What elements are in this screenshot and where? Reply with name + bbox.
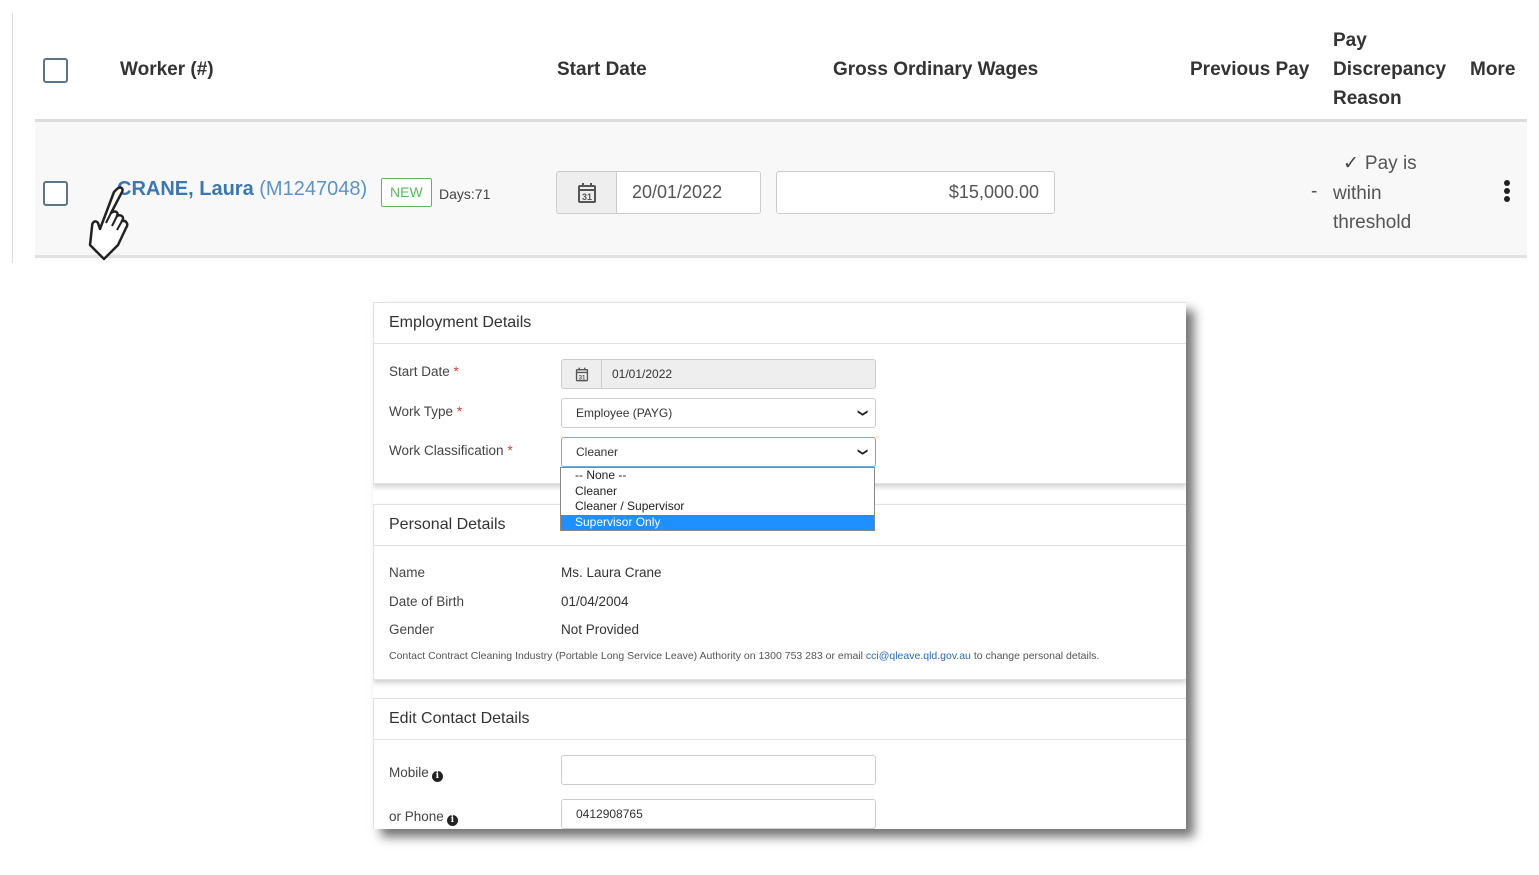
more-menu-button[interactable] bbox=[1501, 180, 1513, 206]
select-all-checkbox[interactable] bbox=[43, 58, 68, 83]
header-discrepancy-line2: Discrepancy bbox=[1333, 59, 1447, 80]
header-more: More bbox=[1470, 59, 1516, 80]
mobile-label-text: Mobile bbox=[389, 765, 429, 780]
work-classification-label: Work Classification * bbox=[389, 443, 513, 458]
start-date-label: Start Date * bbox=[389, 364, 459, 379]
worker-number: (M1247048) bbox=[259, 178, 368, 200]
calendar-icon: 31 bbox=[575, 367, 588, 381]
option-cleaner[interactable]: Cleaner bbox=[561, 484, 874, 500]
check-icon: ✓ bbox=[1343, 153, 1359, 174]
work-classification-label-text: Work Classification bbox=[389, 443, 504, 458]
work-type-select[interactable]: Employee (PAYG) ❯ bbox=[561, 398, 876, 428]
previous-pay-value: - bbox=[1311, 181, 1318, 202]
mobile-label: Mobile i bbox=[389, 765, 443, 782]
work-classification-options: -- None -- Cleaner Cleaner / Supervisor … bbox=[560, 467, 875, 531]
header-discrepancy-reason[interactable]: Pay Discrepancy Reason bbox=[1333, 26, 1446, 113]
work-type-value: Employee (PAYG) bbox=[576, 406, 673, 420]
worker-link[interactable]: CRANE, Laura (M1247048) bbox=[117, 178, 367, 201]
reason-line2: within bbox=[1333, 182, 1382, 204]
start-date-label-text: Start Date bbox=[389, 364, 450, 379]
new-badge: NEW bbox=[381, 178, 432, 207]
employment-details-title: Employment Details bbox=[374, 303, 1186, 344]
option-supervisor-only[interactable]: Supervisor Only bbox=[561, 514, 874, 530]
hand-pointer-icon bbox=[88, 186, 129, 261]
note-text-end: to change personal details. bbox=[970, 650, 1100, 662]
note-text: Contact Contract Cleaning Industry (Port… bbox=[389, 650, 866, 662]
workers-table: Worker (#) Start Date Gross Ordinary Wag… bbox=[35, 0, 1527, 258]
discrepancy-reason: ✓ Pay is within threshold bbox=[1333, 149, 1463, 238]
worker-details-panel: Employment Details Start Date * 31 01/01… bbox=[373, 302, 1186, 829]
dob-value: 01/04/2004 bbox=[561, 594, 629, 609]
left-divider bbox=[12, 13, 13, 263]
required-marker: * bbox=[507, 443, 513, 458]
option-none[interactable]: -- None -- bbox=[561, 468, 874, 484]
dob-label: Date of Birth bbox=[389, 594, 465, 609]
start-date-input[interactable]: 31 20/01/2022 bbox=[556, 171, 761, 214]
header-discrepancy-line3: Reason bbox=[1333, 88, 1402, 109]
calendar-icon: 31 bbox=[577, 182, 596, 203]
calendar-addon: 31 bbox=[562, 360, 602, 388]
chevron-down-icon: ❯ bbox=[856, 447, 868, 457]
kebab-icon bbox=[1501, 180, 1513, 202]
phone-label: or Phone i bbox=[389, 809, 458, 826]
employment-start-date-input[interactable]: 31 01/01/2022 bbox=[561, 359, 876, 389]
reason-line3: threshold bbox=[1333, 212, 1412, 233]
table-header: Worker (#) Start Date Gross Ordinary Wag… bbox=[35, 0, 1527, 122]
gross-wages-input[interactable]: $15,000.00 bbox=[776, 171, 1055, 214]
svg-text:31: 31 bbox=[581, 192, 591, 202]
info-icon[interactable]: i bbox=[431, 771, 443, 782]
name-label: Name bbox=[389, 565, 426, 580]
work-classification-select[interactable]: Cleaner ❯ bbox=[561, 437, 876, 467]
info-icon[interactable]: i bbox=[446, 815, 458, 826]
edit-contact-section: Edit Contact Details Mobile i or Phone i 0… bbox=[373, 698, 1186, 829]
header-start-date[interactable]: Start Date bbox=[557, 55, 647, 84]
employment-start-date-value: 01/01/2022 bbox=[612, 367, 673, 381]
phone-input[interactable]: 0412908765 bbox=[561, 799, 876, 829]
contact-authority-note: Contact Contract Cleaning Industry (Port… bbox=[389, 650, 1099, 662]
header-worker[interactable]: Worker (#) bbox=[120, 55, 214, 84]
work-classification-value: Cleaner bbox=[576, 445, 619, 459]
row-checkbox[interactable] bbox=[43, 181, 68, 206]
gender-label: Gender bbox=[389, 622, 435, 637]
chevron-down-icon: ❯ bbox=[856, 408, 868, 418]
days-count: Days:71 bbox=[439, 186, 491, 202]
email-link[interactable]: cci@qleave.qld.gov.au bbox=[866, 650, 971, 662]
work-type-label: Work Type * bbox=[389, 404, 462, 419]
employment-details-section: Employment Details Start Date * 31 01/01… bbox=[373, 302, 1186, 484]
gender-value: Not Provided bbox=[561, 622, 640, 637]
name-value: Ms. Laura Crane bbox=[561, 565, 662, 580]
required-marker: * bbox=[453, 364, 459, 379]
phone-label-text: or Phone bbox=[389, 809, 444, 824]
work-type-label-text: Work Type bbox=[389, 404, 454, 419]
required-marker: * bbox=[456, 404, 463, 419]
edit-contact-title: Edit Contact Details bbox=[374, 699, 1186, 740]
option-cleaner-supervisor[interactable]: Cleaner / Supervisor bbox=[561, 499, 874, 515]
header-discrepancy-line1: Pay bbox=[1333, 30, 1367, 51]
svg-text:31: 31 bbox=[578, 374, 585, 381]
start-date-value: 20/01/2022 bbox=[632, 182, 723, 202]
header-gross-wages[interactable]: Gross Ordinary Wages bbox=[833, 55, 1038, 84]
reason-line1: Pay is bbox=[1364, 153, 1417, 174]
calendar-button[interactable]: 31 bbox=[557, 172, 617, 213]
header-previous-pay[interactable]: Previous Pay bbox=[1190, 55, 1309, 84]
mobile-input[interactable] bbox=[561, 755, 876, 785]
